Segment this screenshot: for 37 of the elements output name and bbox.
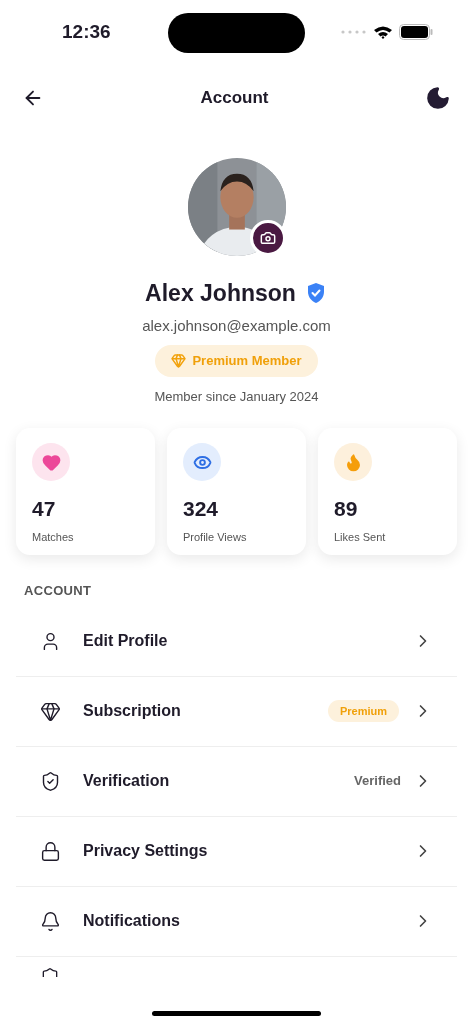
menu-item-label: Notifications [83,911,181,931]
stat-value: 324 [183,496,220,522]
membership-label: Premium Member [192,352,302,370]
section-heading: ACCOUNT [23,582,93,600]
diamond-icon [40,700,61,722]
stat-label: Matches [32,529,75,545]
menu-item-label: Edit Profile [83,631,169,651]
menu-item[interactable]: Subscription Premium [16,676,457,747]
dark-mode-button[interactable] [425,85,451,111]
camera-icon [259,230,276,246]
lock-icon [40,840,61,862]
battery-icon [399,24,433,40]
menu-item[interactable]: Verification Verified [16,746,457,817]
stat-label: Profile Views [183,529,248,545]
stat-value: 89 [334,496,359,522]
menu-item[interactable]: Edit Profile [16,606,457,677]
signal-icon [341,30,367,34]
premium-tag: Premium [327,699,399,723]
profile-name: Alex Johnson [145,279,296,308]
stat-value: 47 [32,496,57,522]
heart-icon [41,452,61,472]
menu-item[interactable]: Notifications [16,886,457,957]
moon-icon [425,85,451,111]
menu-item[interactable]: Privacy Settings [16,816,457,887]
diamond-icon [171,353,187,369]
menu-item-label: Verification [83,771,171,791]
menu-item-value: Verified [354,772,401,791]
menu-item-label: Privacy Settings [83,841,209,861]
status-time: 12:36 [62,19,111,44]
stat-label: Likes Sent [334,529,387,545]
member-since: Member since January 2024 [154,387,319,406]
shield-check-icon [40,770,61,792]
profile-email: alex.johnson@example.com [142,315,331,336]
page-title: Account [200,87,269,110]
bell-icon [40,910,61,932]
wifi-icon [373,24,393,40]
menu-item-label: Subscription [83,701,182,721]
